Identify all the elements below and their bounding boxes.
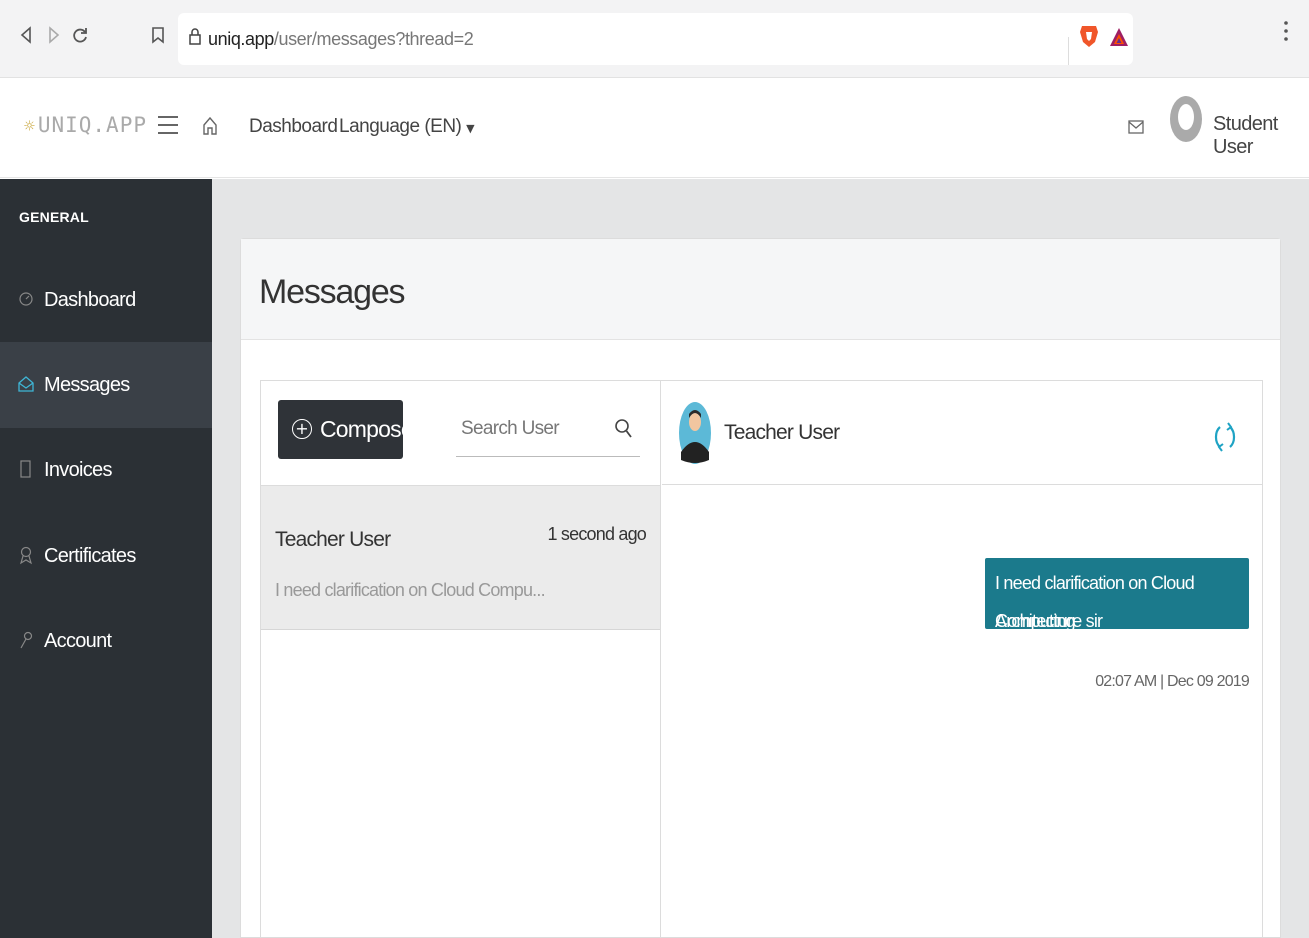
app-header: ☼UNIQ.APP Dashboard Language (EN) ▼ Stud… <box>0 78 1309 178</box>
sidebar-heading: GENERAL <box>19 209 89 225</box>
address-bar[interactable]: uniq.app/user/messages?thread=2 <box>178 13 1133 65</box>
language-dropdown[interactable]: Language (EN) ▼ <box>339 116 475 138</box>
sidebar-item-messages[interactable]: Messages <box>0 342 212 428</box>
chevron-down-icon: ▼ <box>466 122 475 135</box>
sidebar-item-dashboard[interactable]: Dashboard <box>0 257 212 343</box>
sun-icon: ☼ <box>24 116 36 137</box>
url-path: /user/messages?thread=2 <box>273 29 474 49</box>
avatar <box>679 400 711 466</box>
sidebar-item-account[interactable]: Account <box>0 598 212 684</box>
url-text: uniq.app/user/messages?thread=2 <box>208 13 474 65</box>
chat-contact-name: Teacher User <box>724 421 840 444</box>
compose-label: Compose <box>320 416 414 442</box>
chat-header: Teacher User <box>662 381 1262 485</box>
messages-panel: + Compose Teacher User 1 second ago I ne… <box>260 380 1263 938</box>
url-host: uniq.app <box>208 29 274 49</box>
chat-column: Teacher User I need clarification on Clo… <box>662 381 1262 938</box>
logo-text: UNIQ.APP <box>37 113 147 137</box>
sidebar: GENERAL Dashboard Messages Invoices Cert… <box>0 179 212 938</box>
plus-circle-icon: + <box>292 419 312 439</box>
main-content: Messages + Compose Teacher User 1 second… <box>212 179 1309 938</box>
language-label: Language (EN) <box>339 116 462 137</box>
list-item[interactable]: Teacher User 1 second ago I need clarifi… <box>261 486 660 630</box>
search-input[interactable] <box>456 407 606 451</box>
reload-icon[interactable] <box>68 22 92 52</box>
sidebar-item-certificates[interactable]: Certificates <box>0 513 212 599</box>
compose-button[interactable]: + Compose <box>278 400 414 459</box>
rewards-triangle-icon[interactable] <box>1108 26 1130 53</box>
brave-shield-icon[interactable] <box>1079 24 1099 53</box>
thread-time: 1 second ago <box>547 524 647 544</box>
refresh-icon[interactable] <box>1214 420 1236 459</box>
mail-icon[interactable] <box>1128 120 1144 139</box>
sidebar-item-invoices[interactable]: Invoices <box>0 427 212 513</box>
thread-list-column: + Compose Teacher User 1 second ago I ne… <box>261 381 661 938</box>
url-divider <box>1068 37 1069 65</box>
sidebar-item-label: Invoices <box>44 459 112 481</box>
message-bubble: I need clarification on Cloud Computing … <box>985 558 1249 631</box>
message-timestamp: 02:07 AM | Dec 09 2019 <box>1095 673 1250 690</box>
hamburger-menu-icon[interactable] <box>158 116 178 134</box>
lock-icon <box>189 28 201 45</box>
header-dashboard-link[interactable]: Dashboard <box>249 116 338 138</box>
back-arrow-icon[interactable] <box>14 22 38 52</box>
browser-menu-icon[interactable] <box>1278 20 1294 48</box>
sidebar-item-label: Dashboard <box>44 289 136 311</box>
home-icon[interactable] <box>202 115 218 142</box>
badge-icon <box>20 546 32 565</box>
search-icon[interactable] <box>614 418 634 440</box>
search-user-field <box>456 407 640 457</box>
forward-arrow-icon[interactable] <box>42 22 66 52</box>
sidebar-item-label: Messages <box>44 374 130 396</box>
user-name[interactable]: Student User <box>1213 113 1309 159</box>
thread-preview: I need clarification on Cloud Compu... <box>275 580 546 600</box>
messages-card: Messages + Compose Teacher User 1 second… <box>240 238 1281 938</box>
card-header: Messages <box>241 239 1280 340</box>
app-logo[interactable]: ☼UNIQ.APP <box>24 113 147 143</box>
gauge-icon <box>19 292 33 306</box>
browser-toolbar: uniq.app/user/messages?thread=2 <box>0 0 1309 78</box>
avatar[interactable] <box>1168 95 1204 147</box>
sidebar-item-label: Account <box>44 630 112 652</box>
key-icon <box>20 631 33 649</box>
message-text-line: Architecture sir <box>995 611 1103 631</box>
thread-sender: Teacher User <box>275 528 391 551</box>
document-icon <box>20 460 31 478</box>
sidebar-item-label: Certificates <box>44 545 136 567</box>
envelope-open-icon <box>18 376 34 392</box>
message-text-line: I need clarification on Cloud Computing <box>995 573 1195 631</box>
bookmark-icon[interactable] <box>146 22 170 52</box>
page-title: Messages <box>259 273 406 311</box>
